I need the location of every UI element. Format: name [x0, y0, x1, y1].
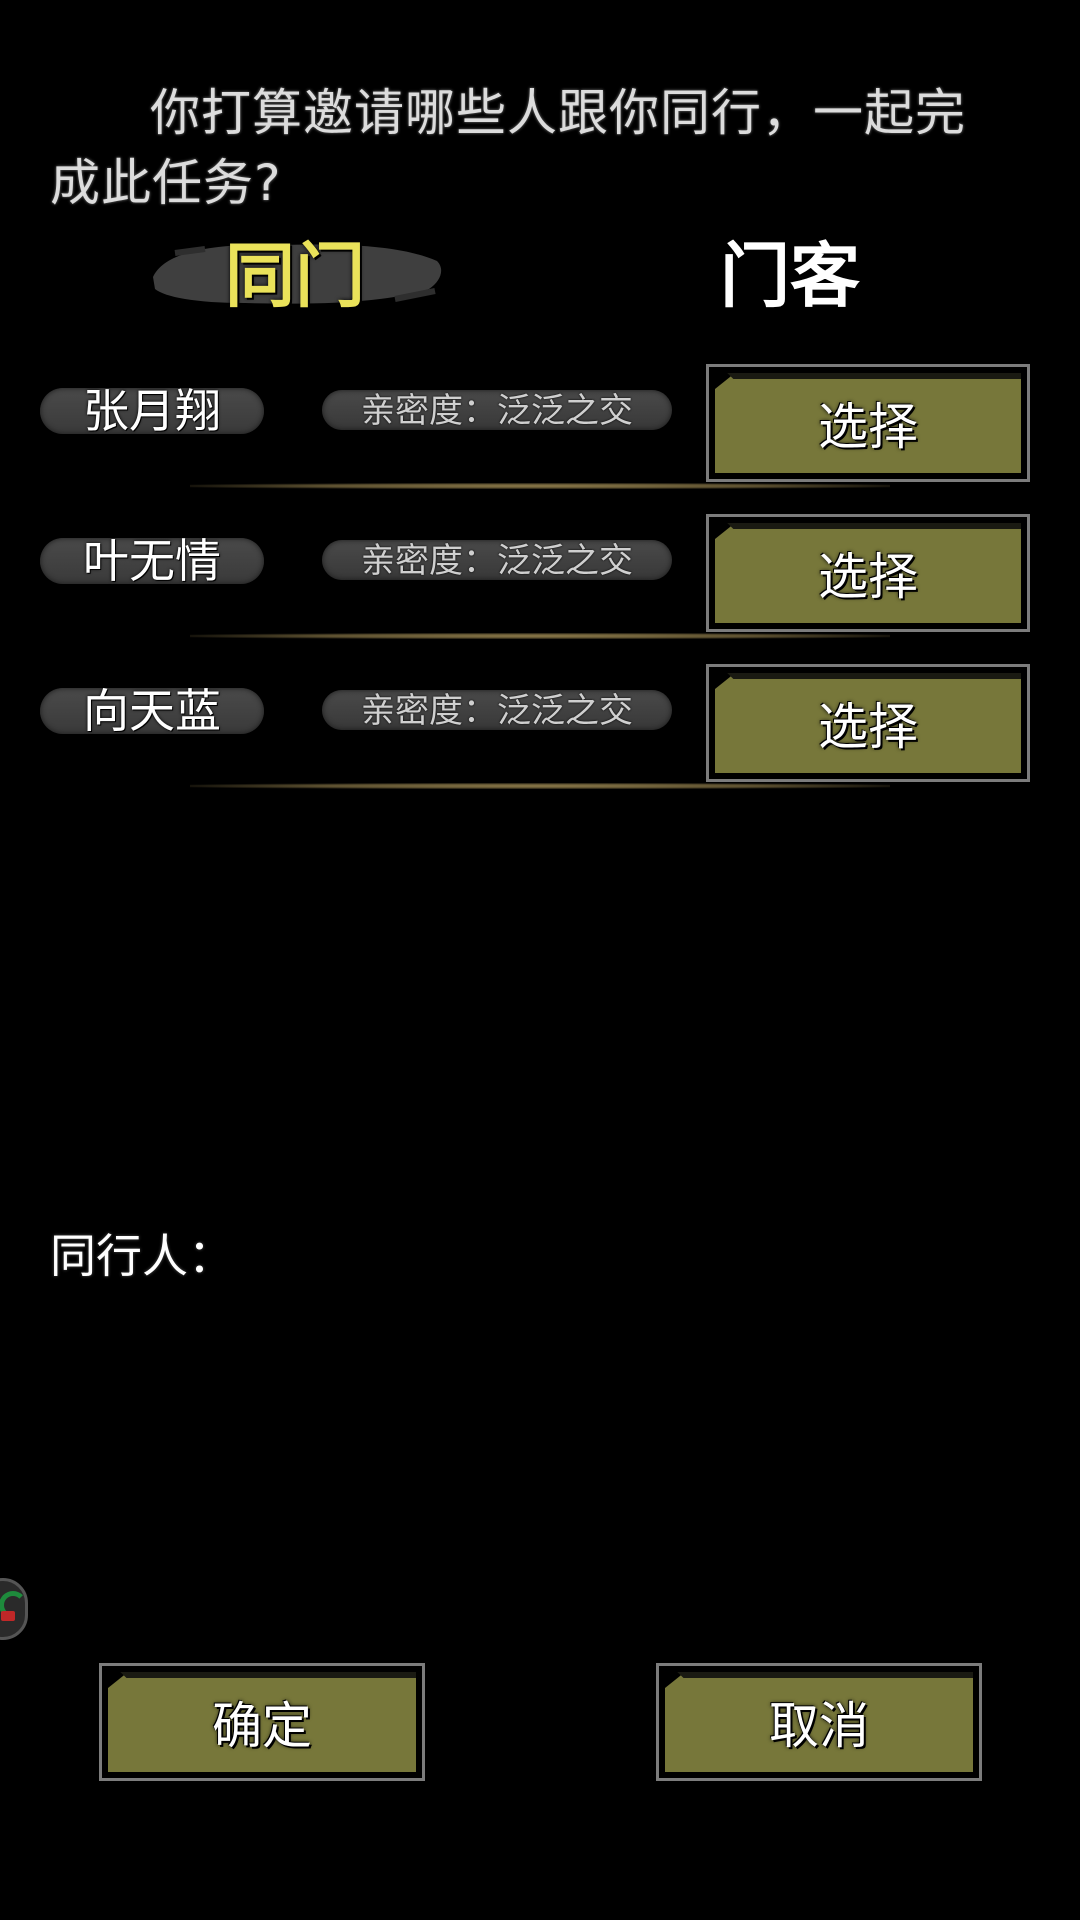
companions-label: 同行人： [50, 1229, 234, 1283]
row-divider [190, 633, 890, 639]
list-item: 叶无情 亲密度：泛泛之交 选择 [0, 496, 1080, 632]
select-button-label: 选择 [715, 373, 1021, 473]
row-divider [190, 483, 890, 489]
cancel-button-label: 取消 [665, 1672, 973, 1772]
floating-assistant-icon[interactable] [0, 1578, 28, 1640]
confirm-button[interactable]: 确定 [99, 1663, 425, 1781]
tab-retainers[interactable]: 门客 [640, 225, 940, 317]
confirm-button-label: 确定 [108, 1672, 416, 1772]
prompt-text: 你打算邀请哪些人跟你同行，一起完成此任务? [50, 84, 966, 212]
select-button[interactable]: 选择 [706, 664, 1030, 782]
select-button-label: 选择 [715, 673, 1021, 773]
candidate-name: 叶无情 [83, 534, 221, 588]
tab-sect-members-label: 同门 [225, 233, 365, 317]
cancel-button[interactable]: 取消 [656, 1663, 982, 1781]
list-item: 张月翔 亲密度：泛泛之交 选择 [0, 346, 1080, 482]
row-divider [190, 783, 890, 789]
candidate-name: 向天蓝 [83, 684, 221, 738]
floating-assistant-mark [1, 1611, 15, 1621]
intimacy-level: 亲密度：泛泛之交 [361, 691, 633, 731]
select-button-label: 选择 [715, 523, 1021, 623]
select-button[interactable]: 选择 [706, 514, 1030, 632]
candidate-name: 张月翔 [83, 384, 221, 438]
select-button[interactable]: 选择 [706, 364, 1030, 482]
intimacy-level: 亲密度：泛泛之交 [361, 391, 633, 431]
list-item: 向天蓝 亲密度：泛泛之交 选择 [0, 646, 1080, 782]
tab-sect-members[interactable]: 同门 [145, 225, 445, 317]
intimacy-level: 亲密度：泛泛之交 [361, 541, 633, 581]
tab-retainers-label: 门客 [720, 233, 860, 317]
